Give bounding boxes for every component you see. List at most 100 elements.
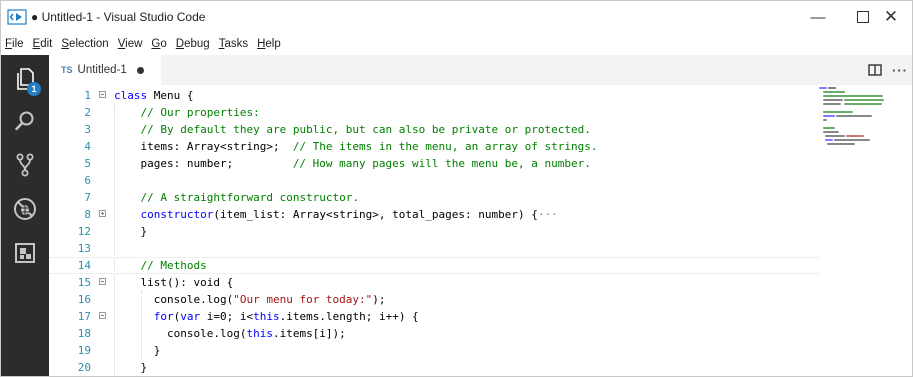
window-title: ● Untitled-1 - Visual Studio Code	[31, 10, 206, 24]
menu-debug[interactable]: Debug	[176, 38, 210, 50]
code-line[interactable]: 12 }	[49, 223, 819, 240]
line-number: 17	[77, 310, 91, 323]
code-content: // By default they are public, but can a…	[114, 121, 591, 138]
menu-edit[interactable]: Edit	[33, 38, 53, 50]
tab-untitled-1[interactable]: TS Untitled-1	[49, 55, 161, 85]
menu-selection-label: election	[69, 38, 109, 50]
menu-debug-label: ebug	[184, 38, 210, 50]
code-editor[interactable]: 1 class Menu {2 // Our properties: 3 // By…	[49, 85, 912, 376]
code-content: }	[114, 359, 147, 376]
debug-icon	[14, 198, 36, 220]
debug-button[interactable]	[1, 187, 49, 231]
source-control-button[interactable]	[1, 143, 49, 187]
menu-file-label: ile	[12, 38, 24, 50]
extensions-button[interactable]	[1, 231, 49, 275]
menu-debug-mnemonic: D	[175, 38, 185, 50]
split-editor-icon	[868, 64, 882, 76]
line-number: 12	[77, 225, 91, 238]
close-icon: ✕	[883, 7, 899, 26]
fold-collapse-icon[interactable]	[99, 91, 106, 98]
code-line[interactable]: 15 list(): void {	[49, 274, 819, 291]
code-token-comment: // A straightforward constructor.	[140, 191, 360, 204]
vscode-window: ● Untitled-1 - Visual Studio Code — ✕ Fi…	[0, 0, 913, 377]
menu-help-label: elp	[265, 38, 281, 50]
search-button[interactable]	[1, 99, 49, 143]
code-token-keyword: constructor	[140, 208, 214, 221]
more-actions-button[interactable]: ···	[889, 55, 911, 85]
code-token-comment: // By default they are public, but can a…	[140, 123, 591, 136]
code-token-keyword: this	[253, 310, 280, 323]
code-line[interactable]: 18 console.log(this.items[i]);	[49, 325, 819, 342]
menu-tasks-label: asks	[224, 38, 249, 50]
code-line[interactable]: 8 constructor(item_list: Array<string>, …	[49, 206, 819, 223]
code-line[interactable]: 5 pages: number; // How many pages will …	[49, 155, 819, 172]
code-content: console.log("Our menu for today:");	[114, 291, 386, 308]
code-content: class Menu {	[114, 87, 193, 104]
line-number: 8	[84, 208, 91, 221]
code-token-text: );	[372, 293, 386, 306]
code-line[interactable]: 1 class Menu {	[49, 87, 819, 104]
line-number: 6	[84, 174, 91, 187]
menu-help[interactable]: Help	[257, 38, 281, 50]
editor-scrollbar[interactable]	[898, 85, 912, 376]
explorer-button[interactable]: 1	[1, 57, 49, 101]
editor-tab-bar: TS Untitled-1 ···	[49, 55, 912, 85]
fold-collapse-icon[interactable]	[99, 278, 106, 285]
code-line[interactable]: 13	[49, 240, 819, 257]
code-token-text: console.log(	[114, 327, 247, 340]
menu-file[interactable]: File	[5, 38, 24, 50]
code-content: items: Array<string>; // The items in th…	[114, 138, 597, 155]
split-editor-button[interactable]	[864, 55, 886, 85]
code-line[interactable]: 17 for(var i=0; i<this.items.length; i++…	[49, 308, 819, 325]
fold-expand-icon[interactable]	[99, 210, 106, 217]
code-line[interactable]: 4 items: Array<string>; // The items in …	[49, 138, 819, 155]
code-line[interactable]: 2 // Our properties:	[49, 104, 819, 121]
minimize-button[interactable]: —	[796, 1, 840, 33]
line-number: 4	[84, 140, 91, 153]
code-token-keyword: this	[246, 327, 273, 340]
line-number: 16	[77, 293, 91, 306]
code-token-text: pages: number;	[114, 157, 293, 170]
code-line[interactable]: 16 console.log("Our menu for today:");	[49, 291, 819, 308]
code-token-text: }	[114, 225, 148, 238]
menu-bar: File Edit Selection View Go Debug Tasks …	[1, 33, 912, 55]
line-number: 13	[77, 242, 91, 255]
title-bar[interactable]: ● Untitled-1 - Visual Studio Code — ✕	[1, 1, 912, 33]
code-token-keyword: class	[114, 89, 148, 102]
code-line[interactable]: 3 // By default they are public, but can…	[49, 121, 819, 138]
code-token-text: items: Array<string>;	[114, 140, 293, 153]
unsaved-dot-icon[interactable]	[136, 66, 144, 74]
source-control-icon	[16, 153, 34, 177]
minimap[interactable]	[819, 85, 889, 165]
extensions-icon	[15, 243, 35, 263]
code-token-comment: // Our properties:	[140, 106, 260, 119]
code-line[interactable]: 20 }	[49, 359, 819, 376]
code-line[interactable]: 19 }	[49, 342, 819, 359]
line-number: 3	[84, 123, 91, 136]
code-line[interactable]: 14 // Methods	[49, 257, 819, 274]
fold-collapse-icon[interactable]	[99, 312, 106, 319]
menu-selection[interactable]: Selection	[61, 38, 108, 50]
menu-tasks[interactable]: Tasks	[219, 38, 248, 50]
code-line[interactable]: 6	[49, 172, 819, 189]
code-line[interactable]: 7 // A straightforward constructor.	[49, 189, 819, 206]
code-content: }	[114, 223, 147, 240]
code-token-text: .items.length; i++) {	[279, 310, 419, 323]
code-content: constructor(item_list: Array<string>, to…	[114, 206, 558, 223]
minimize-icon: —	[810, 8, 826, 26]
code-token-text: console.log(	[114, 293, 234, 306]
code-content: pages: number; // How many pages will th…	[114, 155, 590, 172]
code-content: for(var i=0; i<this.items.length; i++) {	[114, 308, 419, 325]
close-button[interactable]: ✕	[869, 1, 912, 33]
search-icon	[15, 111, 34, 131]
code-content: // Methods	[114, 258, 207, 273]
code-token-text: list(): void {	[114, 276, 234, 289]
menu-go[interactable]: Go	[151, 38, 166, 50]
menu-view[interactable]: View	[118, 38, 143, 50]
code-content: // Our properties:	[114, 104, 260, 121]
